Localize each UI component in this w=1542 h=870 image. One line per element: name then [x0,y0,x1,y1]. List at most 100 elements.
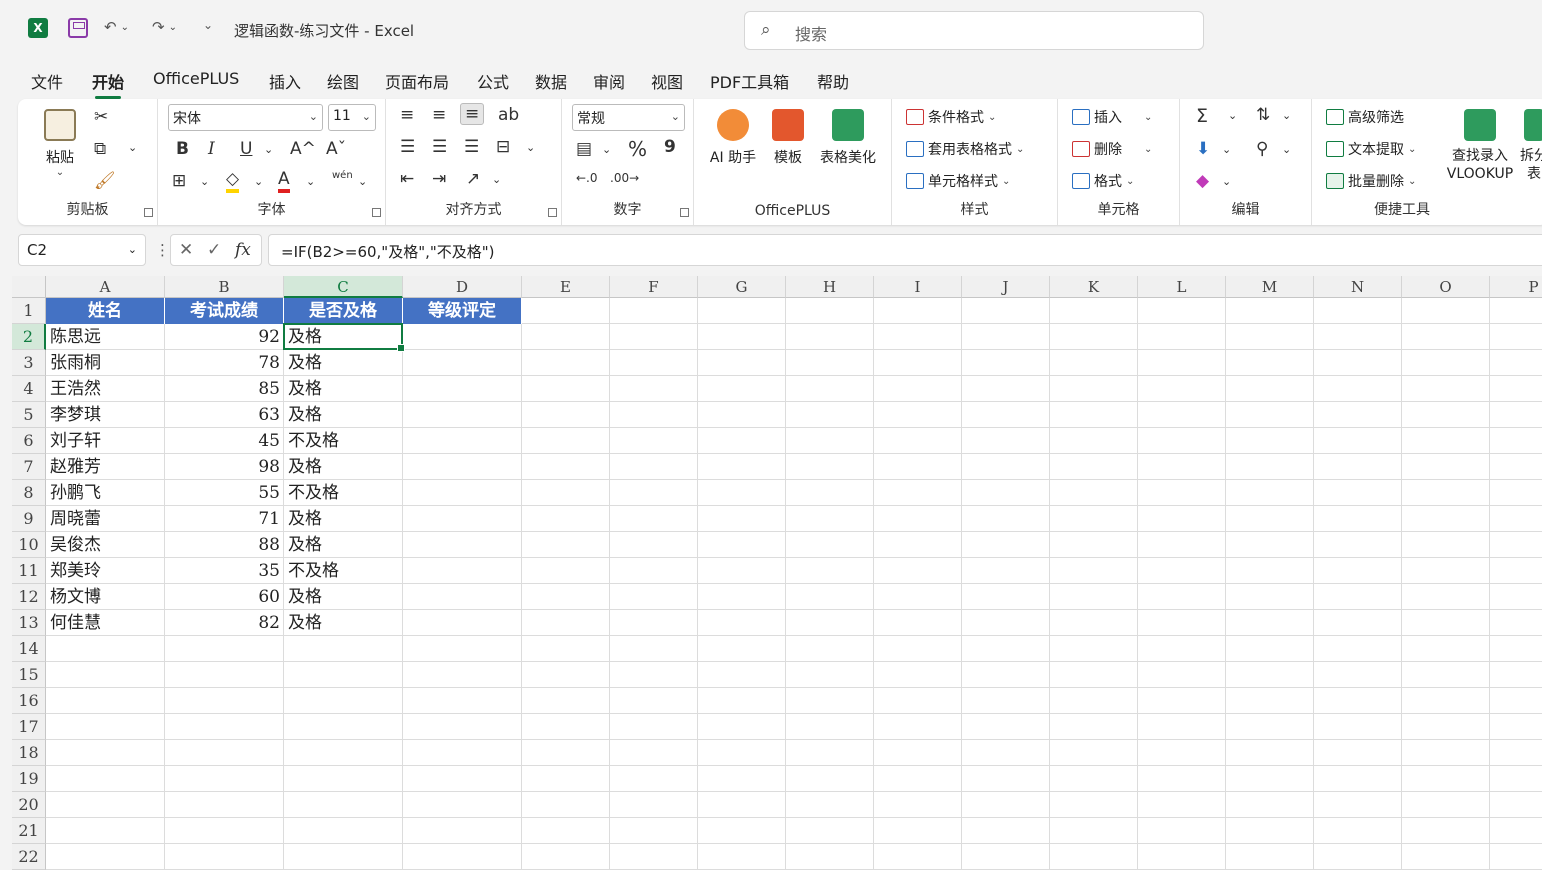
table-cell[interactable]: 杨文博 [46,584,165,610]
fill-icon[interactable]: ⬇ [1196,139,1210,159]
font-name-select[interactable]: 宋体 ⌄ [168,104,323,131]
row-header-14[interactable]: 14 [12,636,46,662]
batch-delete-button[interactable]: 批量删除 ⌄ [1326,171,1416,191]
insert-cells-button[interactable]: 插入 ⌄ [1072,107,1152,127]
tab-file[interactable]: 文件 [31,69,63,93]
table-cell[interactable]: 63 [165,402,284,428]
conditional-format-button[interactable]: 条件格式 ⌄ [906,107,996,127]
spreadsheet-grid[interactable]: A B C D E F G H I J K L M N O P 1 2 3 4 5 6 7 8 9 10 11 12 13 14 15 16 1… [12,276,1542,870]
row-header-7[interactable]: 7 [12,454,46,480]
table-cell[interactable]: 吴俊杰 [46,532,165,558]
tab-data[interactable]: 数据 [535,69,567,93]
table-cell[interactable]: 及格 [284,532,403,558]
find-select-icon[interactable]: ⚲ [1256,139,1268,159]
save-icon[interactable] [68,18,88,38]
clear-dropdown-icon[interactable]: ⌄ [1222,175,1231,188]
underline-dropdown-icon[interactable]: ⌄ [264,143,273,156]
table-cell[interactable]: 及格 [284,610,403,636]
format-painter-icon[interactable]: 🖌 [94,171,116,191]
tab-formulas[interactable]: 公式 [477,69,509,93]
advanced-filter-button[interactable]: 高级筛选 [1326,107,1404,127]
sort-filter-icon[interactable]: ⇅ [1256,105,1270,125]
table-cell[interactable]: 85 [165,376,284,402]
align-bottom-icon[interactable]: ≡ [460,103,485,125]
tab-help[interactable]: 帮助 [817,69,849,93]
table-cell[interactable]: 赵雅芳 [46,454,165,480]
column-header-k[interactable]: K [1050,276,1138,298]
column-header-j[interactable]: J [962,276,1050,298]
paste-button[interactable]: 粘贴 ⌄ [40,109,80,178]
table-cell[interactable]: 王浩然 [46,376,165,402]
row-header-1[interactable]: 1 [12,298,46,324]
fill-color-dropdown-icon[interactable]: ⌄ [254,175,263,188]
table-cell[interactable]: 刘子轩 [46,428,165,454]
decrease-indent-icon[interactable]: ⇤ [400,169,414,189]
column-header-f[interactable]: F [610,276,698,298]
table-cell[interactable]: 陈思远 [46,324,165,350]
table-cell[interactable]: 孙鹏飞 [46,480,165,506]
font-launcher-icon[interactable] [372,208,381,217]
comma-style-button[interactable]: 9 [664,137,676,157]
percent-button[interactable]: % [628,137,647,161]
row-header-2[interactable]: 2 [12,324,46,350]
table-cell[interactable]: 71 [165,506,284,532]
number-format-select[interactable]: 常规 ⌄ [572,104,685,131]
more-options-icon[interactable]: ⋮ [155,241,170,259]
table-cell[interactable]: 及格 [284,506,403,532]
tab-pdf-tools[interactable]: PDF工具箱 [710,69,789,93]
column-header-d[interactable]: D [403,276,522,298]
insert-function-icon[interactable]: fx [235,240,251,260]
borders-dropdown-icon[interactable]: ⌄ [200,175,209,188]
copy-icon[interactable]: ⧉ [94,139,106,159]
tab-draw[interactable]: 绘图 [327,69,359,93]
delete-cells-button[interactable]: 删除 ⌄ [1072,139,1152,159]
undo-icon[interactable]: ↶ ⌄ [104,18,129,36]
fill-color-icon[interactable]: ◇ [226,169,240,193]
column-header-p[interactable]: P [1490,276,1542,298]
table-cell[interactable]: 及格 [284,324,403,350]
tab-review[interactable]: 审阅 [593,69,625,93]
row-header-9[interactable]: 9 [12,506,46,532]
row-header-11[interactable]: 11 [12,558,46,584]
header-cell-d[interactable]: 等级评定 [403,298,522,324]
enter-icon[interactable]: ✓ [207,240,221,260]
table-cell[interactable]: 55 [165,480,284,506]
vlookup-button[interactable]: 查找录入 VLOOKUP [1440,109,1520,183]
column-header-e[interactable]: E [522,276,610,298]
align-right-icon[interactable]: ☰ [464,137,479,157]
row-header-19[interactable]: 19 [12,766,46,792]
italic-button[interactable]: I [208,139,215,159]
table-cell[interactable]: 35 [165,558,284,584]
header-cell-b[interactable]: 考试成绩 [165,298,284,324]
table-cell[interactable]: 张雨桐 [46,350,165,376]
table-cell[interactable]: 郑美玲 [46,558,165,584]
cut-icon[interactable]: ✂ [94,107,108,127]
wrap-text-icon[interactable]: ab [498,105,519,125]
increase-decimal-icon[interactable]: ←.0 [576,171,598,185]
template-button[interactable]: 模板 [768,109,808,167]
row-header-20[interactable]: 20 [12,792,46,818]
align-center-icon[interactable]: ☰ [432,137,447,157]
fill-dropdown-icon[interactable]: ⌄ [1222,143,1231,156]
alignment-launcher-icon[interactable] [548,208,557,217]
sort-filter-dropdown-icon[interactable]: ⌄ [1282,109,1291,122]
orientation-icon[interactable]: ↗ [466,169,480,189]
phonetic-icon[interactable]: wén [332,171,353,181]
table-cell[interactable]: 45 [165,428,284,454]
row-header-22[interactable]: 22 [12,844,46,870]
table-cell[interactable]: 78 [165,350,284,376]
table-cell[interactable]: 88 [165,532,284,558]
decrease-font-button[interactable]: Aˇ [326,139,346,159]
table-cell[interactable]: 不及格 [284,480,403,506]
increase-font-button[interactable]: A^ [290,139,316,159]
currency-dropdown-icon[interactable]: ⌄ [602,143,611,156]
format-cells-button[interactable]: 格式 ⌄ [1072,171,1134,191]
phonetic-dropdown-icon[interactable]: ⌄ [358,175,367,188]
table-cell[interactable]: 60 [165,584,284,610]
table-cell[interactable]: 及格 [284,376,403,402]
decrease-decimal-icon[interactable]: .00→ [610,171,639,185]
ai-assistant-button[interactable]: AI 助手 [706,109,760,167]
table-beautify-button[interactable]: 表格美化 [816,109,880,167]
font-size-select[interactable]: 11 ⌄ [328,104,376,131]
row-header-6[interactable]: 6 [12,428,46,454]
